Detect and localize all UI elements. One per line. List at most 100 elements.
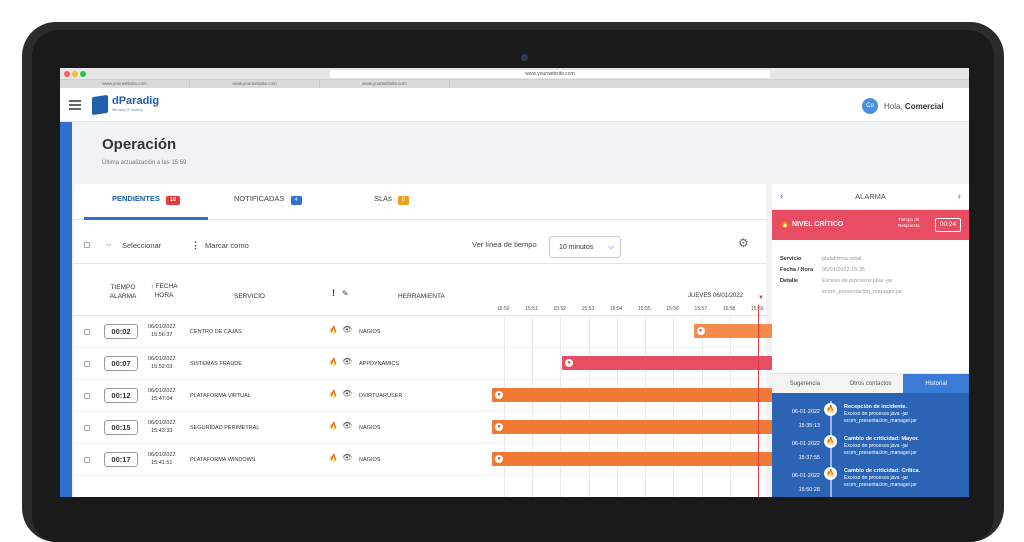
alarm-datetime: 06/01/2022 15:43:33: [148, 419, 176, 435]
avatar[interactable]: Co: [862, 98, 878, 114]
tab-pendientes[interactable]: PENDIENTES 10: [112, 194, 181, 205]
count-badge: 0: [398, 196, 410, 205]
flame-icon: ●: [495, 391, 503, 399]
service-name: SISTEMAS FRAUDE: [190, 361, 242, 367]
table-header: TIEMPO ALARMA ↑ FECHA HORA SERVICIO ! ✎ …: [74, 264, 766, 316]
address-bar[interactable]: www.yourwebsite.com: [330, 70, 770, 78]
info-key: Servicio: [780, 256, 802, 262]
tab-notificadas[interactable]: NOTIFICADAS 4: [234, 194, 302, 205]
table-toolbar: ⌵ Seleccionar ⋮ Marcar como Ver línea de…: [74, 220, 766, 264]
menu-icon[interactable]: [69, 100, 81, 110]
tab-slas[interactable]: SLAs 0: [374, 194, 410, 205]
last-update: Última actualización a las 15:59: [102, 160, 187, 166]
chevron-left-icon[interactable]: ‹: [780, 184, 783, 210]
row-checkbox[interactable]: [84, 393, 90, 399]
history-text: Recepción de incidente. Exceso de proces…: [844, 404, 960, 425]
col-label: ↑ FECHA: [150, 283, 178, 290]
history-time: 15:37:55: [798, 455, 820, 461]
col-tiempo-alarma[interactable]: TIEMPO ALARMA: [108, 283, 138, 301]
history-text: Cambio de criticidad: Crítica. Exceso de…: [844, 468, 960, 489]
history-title: Cambio de criticidad: Mayor.: [844, 436, 919, 442]
greeting-text: Hola,: [884, 102, 903, 111]
chevron-right-icon[interactable]: ›: [958, 184, 961, 210]
info-value: Exceso de procesos java -jar: [822, 278, 893, 284]
select-all-checkbox[interactable]: [84, 242, 90, 248]
timeline-bar[interactable]: ●: [492, 452, 772, 466]
chevron-down-icon[interactable]: ⌵: [106, 241, 111, 249]
timeline-select[interactable]: 10 minutos ⌵: [549, 236, 621, 258]
status-tabs: PENDIENTES 10 NOTIFICADAS 4 SLAs 0: [74, 184, 766, 220]
timeline-tick: 15:52: [553, 306, 566, 312]
tab-sugerencia[interactable]: Sugerencia: [772, 374, 838, 393]
eye-icon[interactable]: 👁: [342, 357, 352, 366]
col-fecha-hora[interactable]: ↑ FECHA HORA: [146, 282, 182, 300]
timeline-tick: 15:57: [694, 306, 708, 312]
history-date: 06-01-2022: [791, 473, 820, 479]
tool-name: NAGIOS: [359, 425, 381, 431]
alarm-date: 06/01/2022: [148, 420, 176, 426]
select-dropdown[interactable]: Seleccionar: [122, 241, 161, 250]
timeline-bar[interactable]: ●: [492, 388, 772, 402]
history-title: Cambio de criticidad: Crítica.: [844, 468, 921, 474]
history-date: 06-01-2022: [791, 409, 820, 415]
eye-icon[interactable]: 👁: [342, 421, 352, 430]
browser-tab[interactable]: www.yourwebsite.com: [320, 80, 450, 88]
col-label: TIEMPO: [110, 284, 136, 291]
history-time: 15:35:13: [798, 423, 820, 429]
timeline-tick: 15:53: [581, 306, 595, 312]
timeline-date: JUEVES 06/01/2022: [688, 293, 744, 299]
tab-label: NOTIFICADAS: [234, 194, 285, 203]
alarm-datetime: 06/01/2022 15:56:37: [148, 323, 176, 339]
col-herramienta[interactable]: HERRAMIENTA: [398, 292, 445, 301]
row-checkbox[interactable]: [84, 329, 90, 335]
priority-icon[interactable]: !: [332, 289, 335, 298]
alarm-info: Servicio plataforma retail Fecha / Hora 06…: [780, 254, 902, 298]
tool-name: APPDYNAMICS: [359, 361, 400, 367]
gear-icon[interactable]: ⚙: [738, 236, 749, 250]
browser-tab[interactable]: www.yourwebsite.com: [190, 80, 320, 88]
now-marker-icon: ▼: [758, 295, 764, 301]
close-window-icon[interactable]: [64, 71, 70, 77]
minimize-window-icon[interactable]: [72, 71, 78, 77]
browser-tab[interactable]: www.yourwebsite.com: [60, 80, 190, 88]
table-row[interactable]: 00:07 06/01/2022 15:52:03 SISTEMAS FRAUD…: [74, 348, 772, 380]
row-checkbox[interactable]: [84, 457, 90, 463]
history-detail: Exceso de procesos java -jar ecom_presen…: [844, 475, 917, 488]
alarm-time: 15:52:03: [151, 364, 173, 370]
user-greeting[interactable]: Hola, Comercial: [884, 102, 944, 111]
tab-otros-contactos[interactable]: Otros contactos: [838, 374, 904, 393]
table-row[interactable]: 00:15 06/01/2022 15:43:33 SEGURIDAD PERI…: [74, 412, 772, 444]
detail-tabs: Sugerencia Otros contactos Historial: [772, 373, 969, 393]
col-servicio[interactable]: SERVICIO: [234, 292, 265, 301]
timeline-bar[interactable]: ●: [693, 324, 772, 338]
maximize-window-icon[interactable]: [80, 71, 86, 77]
flame-icon: 🔥: [329, 359, 338, 366]
timeline-bar[interactable]: ●: [562, 356, 772, 370]
tab-historial[interactable]: Historial: [903, 374, 969, 393]
logo[interactable]: dParadig We keep IT running: [92, 94, 182, 117]
eye-icon[interactable]: 👁: [342, 453, 352, 462]
table-row[interactable]: 00:17 06/01/2022 15:41:51 PLATAFORMA WIN…: [74, 444, 772, 476]
side-strip: [60, 122, 72, 497]
user-name: Comercial: [904, 102, 944, 111]
row-checkbox[interactable]: [84, 361, 90, 367]
more-vertical-icon[interactable]: ⋮: [191, 240, 200, 251]
table-row[interactable]: 00:02 06/01/2022 15:56:37 CENTRO DE CAJA…: [74, 316, 772, 348]
row-checkbox[interactable]: [84, 425, 90, 431]
history-timeline: 06-01-2022 15:35:13 🔥 Recepción de incid…: [772, 393, 969, 497]
alarm-timer: 00:07: [104, 356, 138, 371]
response-time: 00:24: [935, 218, 961, 232]
history-item: 06-01-2022 15:35:13 🔥 Recepción de incid…: [772, 403, 969, 439]
flame-icon: ●: [495, 423, 503, 431]
timeline-bar[interactable]: ●: [492, 420, 772, 434]
eye-icon[interactable]: 👁: [342, 325, 352, 334]
eye-icon[interactable]: 👁: [342, 389, 352, 398]
table-row[interactable]: 00:12 06/01/2022 15:47:04 PLATAFORMA VIR…: [74, 380, 772, 412]
tab-label: PENDIENTES: [112, 194, 160, 203]
edit-doc-icon[interactable]: ✎: [342, 289, 349, 298]
mark-as-button[interactable]: Marcar como: [205, 241, 249, 250]
flame-icon: 🔥: [329, 391, 338, 398]
history-detail: Exceso de procesos java -jar ecom_presen…: [844, 443, 917, 456]
count-badge: 4: [290, 196, 302, 205]
alarm-panel-header: ‹ ALARMA ›: [772, 184, 969, 210]
